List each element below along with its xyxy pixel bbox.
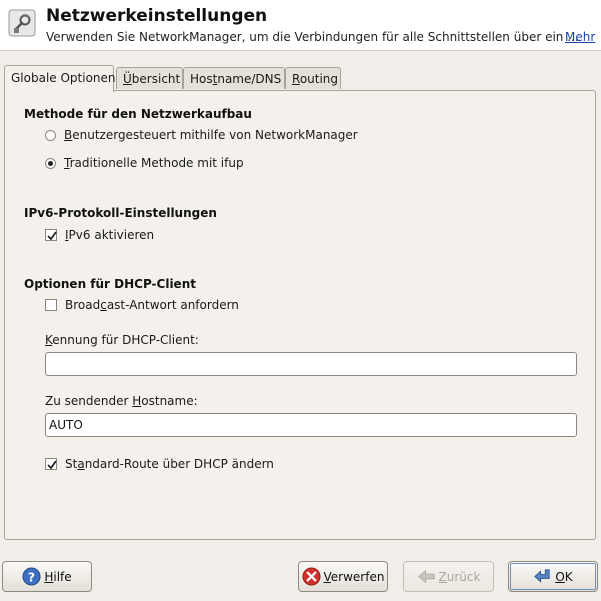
tab-label: Globale Optionen <box>11 71 116 85</box>
checkbox-label: Broadcast-Antwort anfordern <box>65 298 239 312</box>
discard-button[interactable]: Verwerfen <box>298 561 388 592</box>
radio-button-selected[interactable] <box>45 157 56 169</box>
back-arrow-icon <box>417 569 435 584</box>
method-section-title: Methode für den Netzwerkaufbau <box>24 107 252 121</box>
network-settings-icon <box>8 9 36 37</box>
dialog-header: Netzwerkeinstellungen Verwenden Sie Netw… <box>0 0 601 50</box>
dhcp-section-title: Optionen für DHCP-Client <box>24 277 196 291</box>
radio-label: Benutzergesteuert mithilfe von NetworkMa… <box>64 128 358 142</box>
radio-label: Traditionelle Methode mit ifup <box>64 156 244 170</box>
radio-button[interactable] <box>45 129 56 141</box>
page-title: Netzwerkeinstellungen <box>46 6 268 26</box>
checkbox-label: Standard-Route über DHCP ändern <box>65 457 274 471</box>
ok-button[interactable]: OK <box>508 561 598 592</box>
radio-ifup[interactable]: Traditionelle Methode mit ifup <box>45 154 244 172</box>
checkmark-icon <box>47 231 57 241</box>
button-bar: ? Hilfe Verwerfen Zurück OK <box>0 551 601 601</box>
checkbox-broadcast[interactable]: Broadcast-Antwort anfordern <box>45 296 239 314</box>
page-subtitle: Verwenden Sie NetworkManager, um die Ver… <box>46 30 579 44</box>
checkbox-label: IPv6 aktivieren <box>65 228 155 242</box>
checkbox-ipv6[interactable]: IPv6 aktivieren <box>45 226 154 244</box>
help-button-label: Hilfe <box>44 569 72 584</box>
radio-networkmanager[interactable]: Benutzergesteuert mithilfe von NetworkMa… <box>45 126 358 144</box>
tab-hostname-dns[interactable]: Hostname/DNS <box>183 67 285 89</box>
back-button-label: Zurück <box>438 569 481 584</box>
help-icon: ? <box>22 567 41 586</box>
discard-button-label: Verwerfen <box>323 569 385 584</box>
checkbox-unchecked[interactable] <box>45 299 57 311</box>
tab-global-options[interactable]: Globale Optionen <box>4 65 116 92</box>
main-area: Globale Optionen Übersicht Hostname/DNS … <box>0 50 601 552</box>
help-button[interactable]: ? Hilfe <box>2 561 92 592</box>
checkbox-checked[interactable] <box>45 458 57 470</box>
svg-text:?: ? <box>28 570 35 584</box>
client-id-label: Kennung für DHCP-Client: <box>45 333 199 347</box>
more-link[interactable]: Mehr <box>565 30 595 44</box>
tab-routing[interactable]: Routing <box>285 67 341 89</box>
checkbox-default-route[interactable]: Standard-Route über DHCP ändern <box>45 455 274 473</box>
client-id-input[interactable] <box>45 352 577 376</box>
hostname-input[interactable] <box>45 413 577 437</box>
tab-overview[interactable]: Übersicht <box>116 67 183 89</box>
hostname-label: Zu sendender Hostname: <box>45 394 198 408</box>
back-button[interactable]: Zurück <box>403 561 494 592</box>
ok-arrow-icon <box>534 569 550 583</box>
checkbox-checked[interactable] <box>45 229 57 241</box>
ipv6-section-title: IPv6-Protokoll-Einstellungen <box>24 206 217 220</box>
tab-panel: Methode für den Netzwerkaufbau Benutzerg… <box>4 90 596 540</box>
cancel-icon <box>301 567 321 586</box>
ok-button-label: OK <box>555 569 573 584</box>
checkmark-icon <box>47 460 57 470</box>
